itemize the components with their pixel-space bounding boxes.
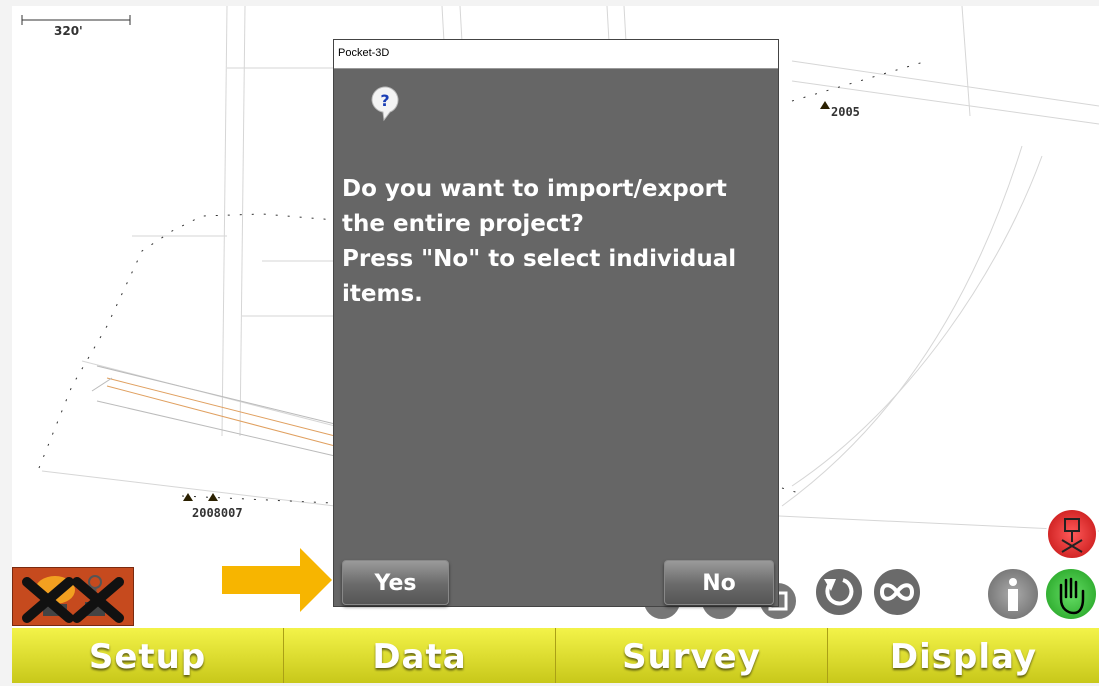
dialog-message: Do you want to import/export the entire …: [342, 176, 737, 307]
infinity-icon: [879, 583, 915, 601]
pan-button[interactable]: [1044, 567, 1098, 621]
yes-button[interactable]: Yes: [342, 560, 449, 605]
tab-display[interactable]: Display: [827, 628, 1099, 683]
main-tab-bar: Setup Data Survey Display: [12, 628, 1099, 683]
arrow-annotation-icon: [222, 548, 332, 612]
gps-no-fix-icon: [22, 575, 124, 623]
question-icon: ?: [371, 86, 399, 122]
point-label: 2005: [831, 105, 860, 119]
tab-survey[interactable]: Survey: [555, 628, 827, 683]
scale-label: 320': [54, 24, 83, 38]
road-lines: [106, 377, 336, 447]
svg-text:?: ?: [380, 91, 389, 110]
hand-icon: [1059, 577, 1085, 615]
rotate-button[interactable]: [814, 567, 864, 617]
infinity-button[interactable]: [872, 567, 922, 617]
tab-data[interactable]: Data: [283, 628, 555, 683]
confirm-dialog: Pocket-3D ? Do you want to import/export…: [333, 39, 779, 607]
dialog-title: Pocket-3D: [334, 40, 778, 69]
receiver-disconnected-icon: [1061, 518, 1083, 553]
receiver-button[interactable]: [1046, 508, 1098, 560]
info-button[interactable]: [986, 567, 1040, 621]
gps-status-button[interactable]: [12, 567, 134, 626]
point-label: 2008007: [192, 506, 243, 520]
rotate-icon: [824, 578, 854, 606]
no-button[interactable]: No: [664, 560, 774, 605]
info-icon: [1008, 578, 1018, 611]
tab-setup[interactable]: Setup: [12, 628, 283, 683]
